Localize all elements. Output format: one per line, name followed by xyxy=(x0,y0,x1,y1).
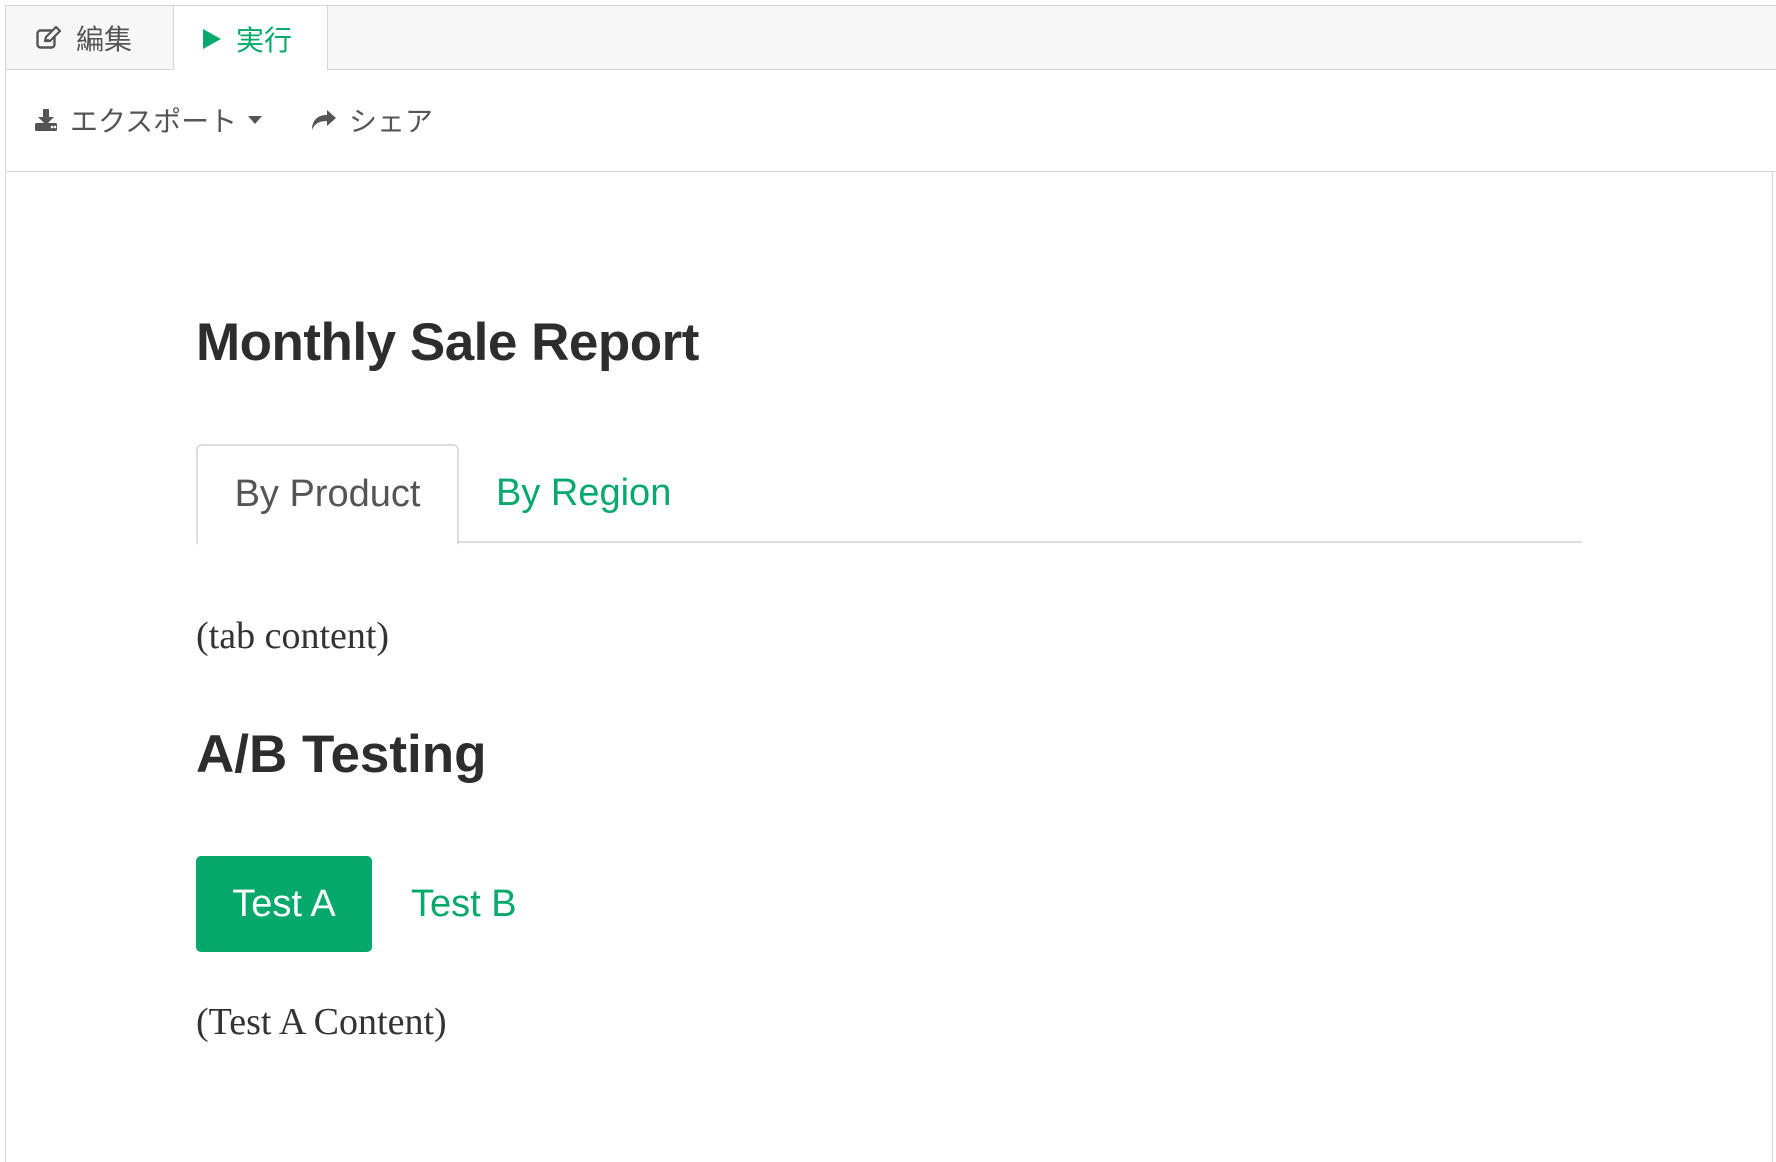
export-button[interactable]: エクスポート xyxy=(34,100,263,140)
pill-content: (Test A Content) xyxy=(196,1001,447,1043)
report-tabs: By Product By Region xyxy=(196,444,1582,545)
toolbar: エクスポート シェア xyxy=(5,70,1776,172)
export-label: エクスポート xyxy=(70,106,238,137)
tab-edit-label: 編集 xyxy=(76,24,133,55)
pill-test-b-label: Test B xyxy=(411,882,517,925)
tab-edit[interactable]: 編集 xyxy=(6,6,173,70)
pill-test-a-label: Test A xyxy=(232,882,336,925)
mode-tab-bar: 編集 実行 xyxy=(5,5,1776,72)
tab-by-region-label: By Region xyxy=(496,472,672,514)
share-button[interactable]: シェア xyxy=(311,100,433,140)
share-label: シェア xyxy=(349,106,434,137)
tab-by-region[interactable]: By Region xyxy=(496,444,671,543)
section-title: A/B Testing xyxy=(196,725,487,784)
share-icon xyxy=(311,109,337,131)
tab-content: (tab content) xyxy=(196,615,390,657)
report-panel: Monthly Sale Report By Product By Region… xyxy=(5,172,1773,1162)
tab-by-product[interactable]: By Product xyxy=(196,444,459,545)
caret-down-icon xyxy=(247,115,263,125)
play-icon xyxy=(202,28,222,50)
page-title: Monthly Sale Report xyxy=(196,313,699,372)
tab-by-product-label: By Product xyxy=(234,473,421,515)
pill-test-a[interactable]: Test A xyxy=(196,856,372,952)
download-icon xyxy=(34,108,58,132)
edit-icon xyxy=(36,26,62,50)
tab-run[interactable]: 実行 xyxy=(173,6,328,72)
tab-run-label: 実行 xyxy=(236,25,293,56)
pill-test-b[interactable]: Test B xyxy=(411,856,517,952)
